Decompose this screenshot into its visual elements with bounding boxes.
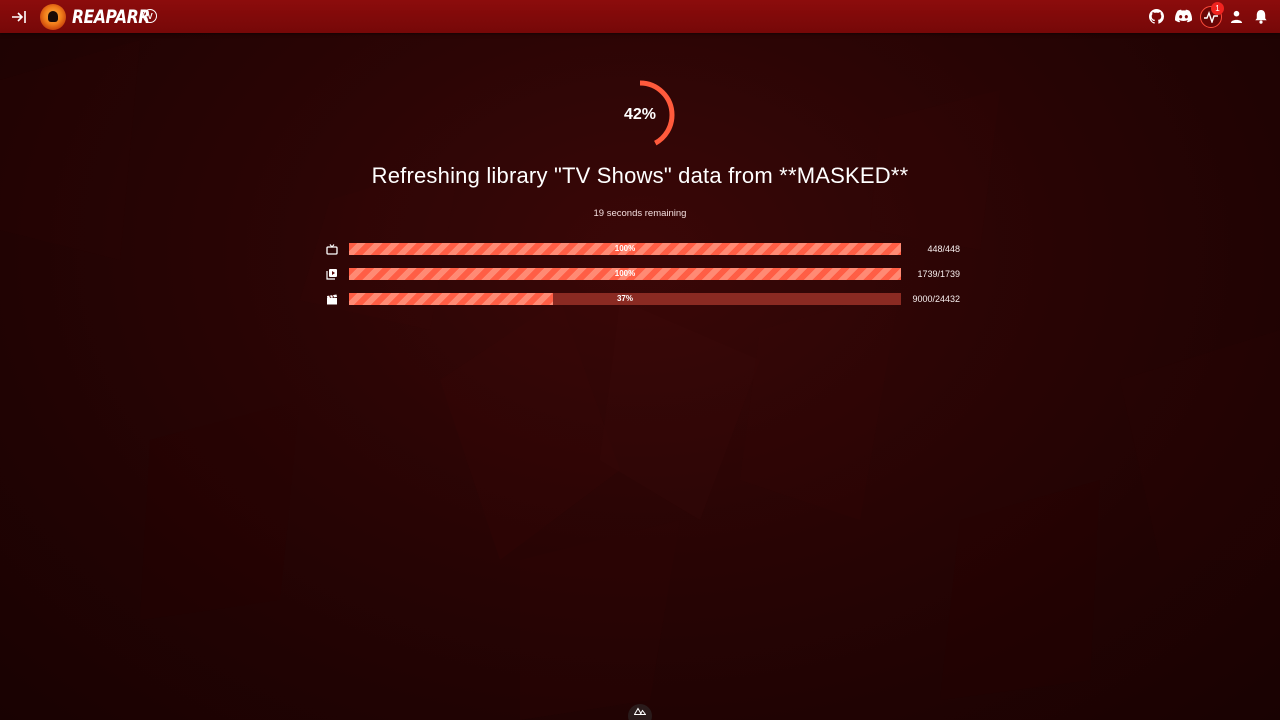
app-name: REAPARR [72,5,150,28]
github-icon[interactable] [1148,8,1164,24]
progress-count: 1739/1739 [917,269,960,279]
top-bar: REAPARR V 1 [0,0,1280,33]
clapperboard-icon [325,292,339,306]
version-badge[interactable]: V [143,9,157,23]
progress-row-episodes: 37% 9000/24432 [320,292,970,306]
collapse-sidebar-icon[interactable] [9,7,29,27]
progress-row-seasons: 100% 1739/1739 [320,267,970,281]
progress-bar: 100% [349,268,901,280]
progress-row-shows: 100% 448/448 [320,242,970,256]
bell-icon[interactable] [1253,8,1268,24]
overall-percent-label: 42% [623,106,657,123]
progress-count: 448/448 [927,244,960,254]
progress-title: Refreshing library "TV Shows" data from … [371,163,909,188]
progress-bar-percent: 100% [614,269,636,278]
overall-progress-ring: 42% [603,78,677,152]
framework-logo-icon [634,707,646,715]
time-remaining: 19 seconds remaining [593,208,687,219]
progress-count: 9000/24432 [912,294,960,304]
progress-bar: 100% [349,243,901,255]
tv-icon [325,242,339,256]
progress-bar: 37% [349,293,901,305]
progress-bar-percent: 100% [614,244,636,253]
discord-icon[interactable] [1174,8,1192,24]
user-icon[interactable] [1229,9,1243,23]
playlist-play-icon [325,267,339,281]
notification-count-badge: 1 [1211,2,1224,15]
devtools-toggle-button[interactable] [628,704,652,720]
progress-bar-percent: 37% [616,294,633,303]
reaper-logo-icon [40,3,66,30]
